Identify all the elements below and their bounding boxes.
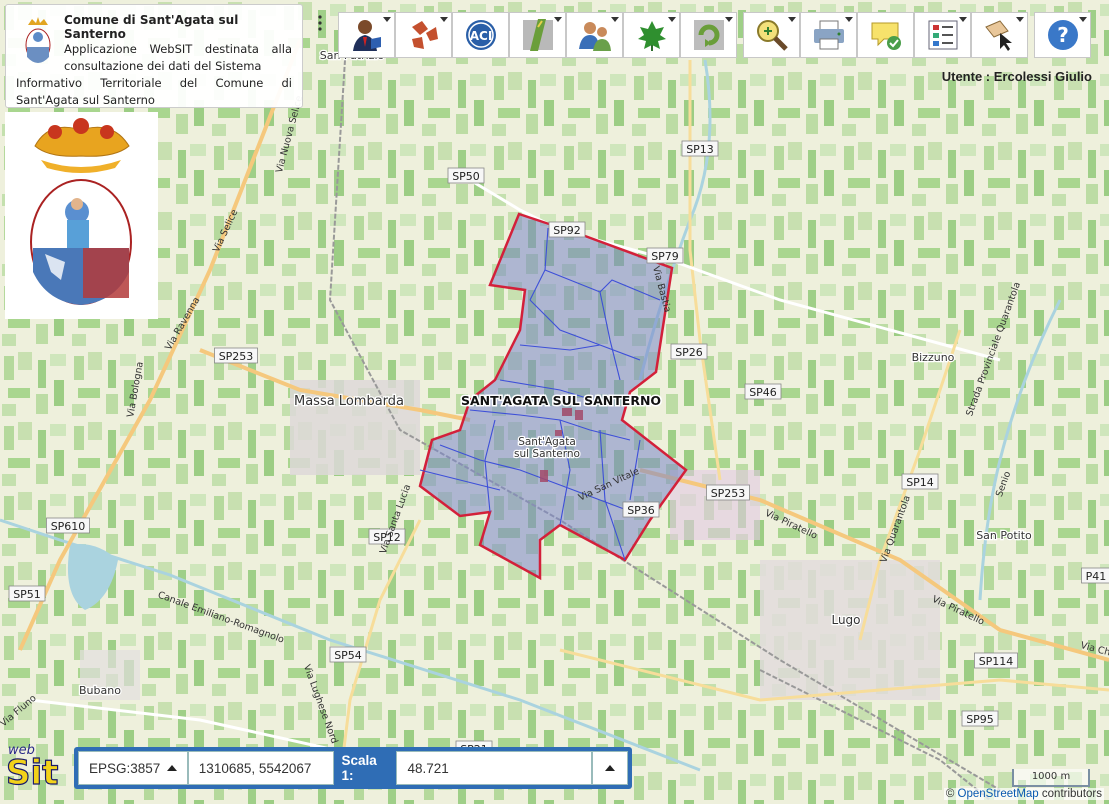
coordinate-bar: EPSG:3857 1310685, 5542067 Scala 1: 48.7… [74, 747, 632, 789]
place-label: Lugo [831, 613, 860, 627]
road-shield: SP253 [706, 484, 750, 501]
leaf-icon [637, 21, 666, 51]
main-toolbar: ACI ? [338, 12, 1091, 58]
map-attribution: © OpenStreetMap contributors [943, 788, 1104, 800]
help-button[interactable]: ? [1034, 12, 1091, 58]
road-shield: SP13 [681, 140, 719, 157]
place-label: Massa Lombarda [294, 394, 404, 409]
municipal-crest-small-icon [25, 17, 51, 63]
legend-list-icon [928, 20, 957, 50]
pointer-select-button[interactable] [971, 12, 1028, 58]
svg-text:SP79: SP79 [651, 250, 679, 263]
map-scalebar: 1000 m [1012, 769, 1090, 787]
refresh-arrow-icon [693, 20, 724, 50]
openstreetmap-link[interactable]: OpenStreetMap [958, 788, 1039, 800]
roads-button[interactable] [509, 12, 566, 58]
aci-button[interactable]: ACI [452, 12, 509, 58]
svg-text:SP50: SP50 [452, 170, 480, 183]
search-zoom-icon [756, 20, 788, 51]
place-label: Bubano [79, 684, 121, 697]
road-shield: SP253 [214, 347, 258, 364]
svg-text:SP54: SP54 [334, 649, 362, 662]
users-group-button[interactable] [566, 12, 623, 58]
place-label: Bizzuno [912, 351, 955, 364]
comment-check-icon [871, 22, 901, 50]
websit-logo: web Sit [4, 740, 74, 794]
caret-up-icon [605, 765, 616, 771]
coat-of-arms-icon [30, 118, 132, 305]
svg-text:SP14: SP14 [906, 476, 934, 489]
road-shield: SP54 [329, 646, 367, 663]
aci-icon: ACI [465, 20, 496, 50]
road-shield: SP26 [670, 343, 708, 360]
svg-text:SP114: SP114 [979, 655, 1014, 668]
svg-text:SP253: SP253 [711, 487, 746, 500]
coordinates-field[interactable]: 1310685, 5542067 [187, 751, 334, 785]
road-shield: SP95 [961, 710, 999, 727]
road-shield: SP610 [46, 517, 90, 534]
svg-text:SP610: SP610 [51, 520, 86, 533]
search-zoom-button[interactable] [743, 12, 800, 58]
print-button[interactable] [800, 12, 857, 58]
scale-dropdown-button[interactable] [592, 751, 628, 785]
toolbar-drag-handle[interactable] [317, 14, 323, 32]
road-shield: SP79 [646, 247, 684, 264]
svg-text:Sit: Sit [6, 753, 58, 790]
place-label: San Potito [976, 529, 1032, 542]
road-shield: SP114 [974, 652, 1018, 669]
app-description-part2: Informativo Territoriale del Comune di S… [16, 76, 292, 107]
cadastre-parcels-icon [411, 21, 438, 49]
map-canvas[interactable]: SP92 SP50 SP13 SP79 SP26 SP46 SP253 SP253 SP14 SP… [0, 0, 1109, 804]
svg-text:SP36: SP36 [627, 504, 655, 517]
users-group-icon [578, 22, 611, 51]
app-title: Comune di Sant'Agata sul Santerno [64, 13, 239, 41]
user-profile-button[interactable] [338, 12, 395, 58]
municipality-label: SANT'AGATA SUL SANTERNO [461, 393, 661, 408]
road-shield: SP92 [548, 221, 586, 238]
place-label: Sant'Agata sul Santerno [514, 436, 580, 460]
info-panel: Comune di Sant'Agata sul Santerno Applic… [5, 4, 303, 108]
lugo-urban-area [760, 560, 940, 700]
svg-text:SP26: SP26 [675, 346, 703, 359]
municipal-crest [5, 112, 158, 319]
app-description-part1: Applicazione WebSIT destinata alla consu… [64, 42, 292, 73]
road-shield: SP51 [8, 585, 46, 602]
road-shield: SP50 [447, 167, 485, 184]
svg-text:SP46: SP46 [749, 386, 777, 399]
legend-button[interactable] [914, 12, 971, 58]
svg-text:ACI: ACI [469, 29, 492, 43]
svg-text:P41: P41 [1086, 570, 1107, 583]
road-shield: SP46 [744, 383, 782, 400]
refresh-button[interactable] [680, 12, 737, 58]
svg-text:SP95: SP95 [966, 713, 994, 726]
roads-icon [522, 19, 553, 51]
road-shield: SP36 [622, 501, 660, 518]
print-icon [813, 20, 844, 50]
pointer-select-icon [984, 20, 1012, 51]
environment-button[interactable] [623, 12, 680, 58]
svg-text:SP13: SP13 [686, 143, 714, 156]
current-user-label: Utente : Ercolessi Giulio [941, 69, 1092, 84]
road-shield: P41 [1081, 567, 1109, 584]
scale-label: Scala 1: [341, 753, 377, 783]
svg-text:SP253: SP253 [219, 350, 254, 363]
svg-text:SP92: SP92 [553, 224, 581, 237]
svg-text:SP51: SP51 [13, 588, 41, 601]
user-profile-icon [352, 20, 381, 51]
svg-text:?: ? [1057, 23, 1069, 47]
epsg-value: EPSG:3857 [89, 760, 161, 776]
epsg-select[interactable]: EPSG:3857 [78, 751, 188, 785]
cadastre-button[interactable] [395, 12, 452, 58]
help-icon: ? [1047, 20, 1078, 50]
road-shield: SP14 [901, 473, 939, 490]
comments-button[interactable] [857, 12, 914, 58]
caret-up-icon [166, 765, 177, 771]
scale-input[interactable]: 48.721 [396, 751, 593, 785]
